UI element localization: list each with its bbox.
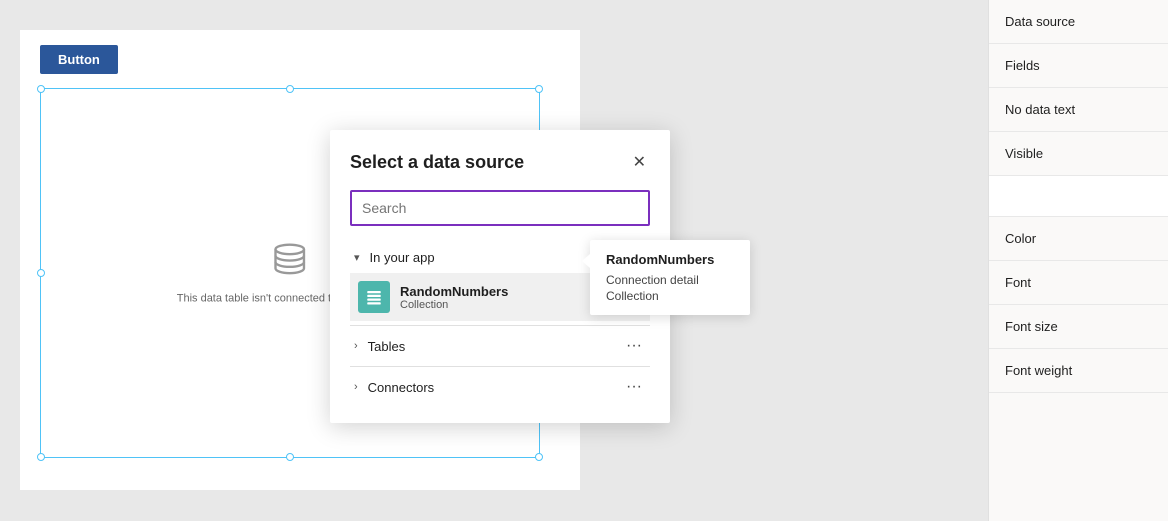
panel-item-color[interactable]: Color: [989, 217, 1168, 261]
search-input[interactable]: [350, 190, 650, 226]
section-tables[interactable]: › Tables ···: [350, 330, 650, 362]
chevron-right-icon-connectors: ›: [354, 381, 358, 393]
tooltip-title: RandomNumbers: [606, 252, 734, 267]
panel-item-visible[interactable]: Visible: [989, 132, 1168, 176]
handle-bm[interactable]: [286, 453, 294, 461]
modal-close-button[interactable]: ✕: [629, 150, 650, 174]
tooltip-detail: Connection detail: [606, 273, 734, 287]
tables-more-button[interactable]: ···: [622, 338, 646, 354]
handle-ml[interactable]: [37, 269, 45, 277]
panel-item-font-weight[interactable]: Font weight: [989, 349, 1168, 393]
section-connectors[interactable]: › Connectors ···: [350, 371, 650, 403]
modal-title: Select a data source: [350, 152, 524, 173]
collection-icon: [358, 281, 390, 313]
section-label-connectors: Connectors: [368, 380, 622, 395]
collection-type: Collection: [400, 299, 508, 311]
canvas-button[interactable]: Button: [40, 45, 118, 74]
handle-tm[interactable]: [286, 85, 294, 93]
chevron-down-icon: ▾: [354, 251, 360, 264]
collection-name: RandomNumbers: [400, 284, 508, 299]
handle-br[interactable]: [535, 453, 543, 461]
modal-header: Select a data source ✕: [350, 150, 650, 174]
divider-2: [350, 366, 650, 367]
database-icon: [271, 242, 309, 285]
panel-item-fields[interactable]: Fields: [989, 44, 1168, 88]
panel-item-no-data-text[interactable]: No data text: [989, 88, 1168, 132]
collection-info: RandomNumbers Collection: [400, 284, 508, 311]
connectors-more-button[interactable]: ···: [622, 379, 646, 395]
section-label-tables: Tables: [368, 339, 622, 354]
canvas-surface: Button This data t: [20, 30, 580, 490]
panel-item-highlighted: [989, 176, 1168, 217]
panel-item-font[interactable]: Font: [989, 261, 1168, 305]
chevron-right-icon-tables: ›: [354, 340, 358, 352]
handle-bl[interactable]: [37, 453, 45, 461]
right-panel: Data source Fields No data text Visible …: [988, 0, 1168, 521]
panel-item-data-source[interactable]: Data source: [989, 0, 1168, 44]
tooltip-sub: Collection: [606, 289, 734, 303]
divider-1: [350, 325, 650, 326]
handle-tl[interactable]: [37, 85, 45, 93]
tooltip-popup: RandomNumbers Connection detail Collecti…: [590, 240, 750, 315]
canvas-area: Button This data t: [0, 0, 988, 521]
handle-tr[interactable]: [535, 85, 543, 93]
panel-item-font-size[interactable]: Font size: [989, 305, 1168, 349]
